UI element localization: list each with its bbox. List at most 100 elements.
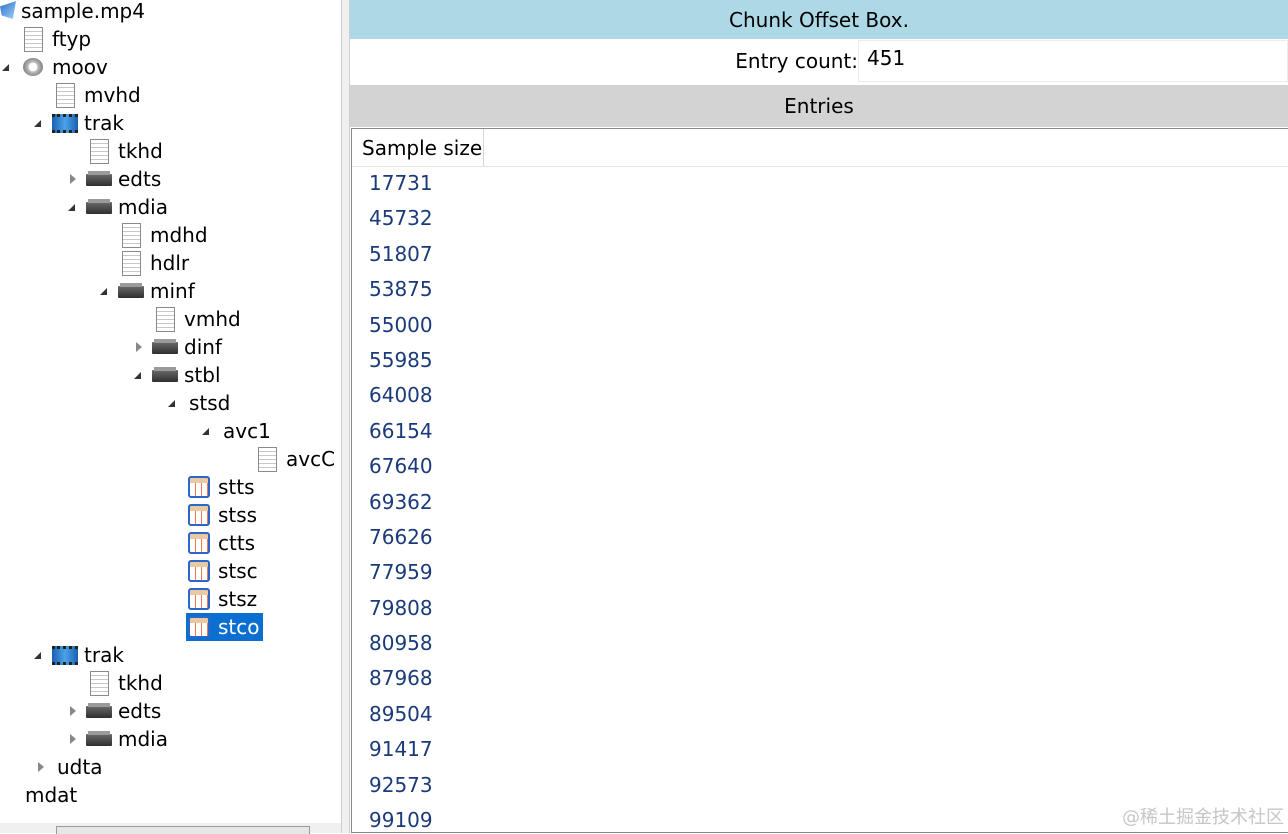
table-row[interactable]: 91417	[352, 732, 1288, 767]
table-row[interactable]: 79808	[352, 591, 1288, 626]
collapse-triangle-icon[interactable]	[64, 200, 78, 214]
tree-horizontal-scrollbar[interactable]	[0, 823, 341, 834]
tree-node-label: ftyp	[52, 27, 92, 51]
box-tree[interactable]: sample.mp4 ftyp moov mvhd trak tkhd edts mdia md…	[0, 0, 341, 833]
entry-count-label: Entry count:	[735, 49, 858, 73]
table-row[interactable]: 45732	[352, 201, 1288, 236]
file-icon	[118, 223, 144, 248]
tree-node-label: avc1	[223, 419, 271, 443]
tree-node-mdat[interactable]: mdat	[22, 781, 80, 809]
table-icon	[186, 559, 212, 583]
table-row[interactable]: 87968	[352, 661, 1288, 696]
tree-node-stsc[interactable]: stsc	[186, 557, 261, 585]
entry-count-row: Entry count: 451	[350, 40, 1288, 84]
table-row[interactable]: 55985	[352, 343, 1288, 378]
tree-node-stco[interactable]: stco	[186, 613, 263, 641]
tree-node-udta[interactable]: udta	[54, 753, 105, 781]
gear-icon	[20, 55, 46, 79]
folder-icon	[152, 363, 178, 387]
table-row[interactable]: 69362	[352, 485, 1288, 520]
watermark: @稀土掘金技术社区	[1122, 807, 1284, 828]
table-row[interactable]: 77959	[352, 555, 1288, 590]
tree-node-avcC[interactable]: avcC	[254, 445, 338, 473]
table-row[interactable]: 17731	[352, 166, 1288, 201]
expand-triangle-icon[interactable]	[66, 172, 80, 186]
tree-node-ftyp[interactable]: ftyp	[20, 25, 94, 53]
collapse-triangle-icon[interactable]	[30, 116, 44, 130]
splitter[interactable]	[341, 0, 350, 833]
table-row[interactable]: 92573	[352, 768, 1288, 803]
table-row[interactable]: 55000	[352, 308, 1288, 343]
tree-node-label: mdat	[25, 783, 78, 807]
expand-triangle-icon[interactable]	[66, 704, 80, 718]
collapse-triangle-icon[interactable]	[30, 648, 44, 662]
tree-node-label: trak	[84, 643, 124, 667]
folder-icon	[86, 167, 112, 191]
tree-node-dinf[interactable]: dinf	[152, 333, 225, 361]
tree-node-stsz[interactable]: stsz	[186, 585, 260, 613]
column-header-sample-size[interactable]: Sample size	[352, 129, 484, 166]
entry-count-field[interactable]: 451	[858, 40, 1288, 82]
tree-node-label: hdlr	[150, 251, 190, 275]
file-icon	[52, 83, 78, 108]
tree-node-label: dinf	[184, 335, 222, 359]
table-icon	[186, 531, 212, 555]
table-row[interactable]: 64008	[352, 378, 1288, 413]
tree-node-label: edts	[118, 167, 162, 191]
tree-node-stsd[interactable]: stsd	[186, 389, 233, 417]
tree-node-vmhd[interactable]: vmhd	[152, 305, 244, 333]
tree-node-label: mvhd	[84, 83, 141, 107]
table-row[interactable]: 76626	[352, 520, 1288, 555]
table-row[interactable]: 53875	[352, 272, 1288, 307]
tree-node-mvhd[interactable]: mvhd	[52, 81, 144, 109]
file-icon	[152, 307, 178, 332]
tree-node-stss[interactable]: stss	[186, 501, 260, 529]
tree-node-mdia[interactable]: mdia	[86, 193, 171, 221]
tree-node-label: mdia	[118, 195, 168, 219]
tree-node-mdhd[interactable]: mdhd	[118, 221, 211, 249]
collapse-triangle-icon[interactable]	[130, 368, 144, 382]
grid-rows: 17731 45732 51807 53875 55000 55985 64008 66154…	[352, 166, 1288, 832]
tree-node-minf[interactable]: minf	[118, 277, 198, 305]
tree-node-trak[interactable]: trak	[52, 641, 127, 669]
collapse-triangle-icon[interactable]	[198, 424, 212, 438]
tree-node-mdia[interactable]: mdia	[86, 725, 171, 753]
tree-node-trak[interactable]: trak	[52, 109, 127, 137]
table-row[interactable]: 66154	[352, 414, 1288, 449]
expand-triangle-icon[interactable]	[66, 732, 80, 746]
tree-node-edts[interactable]: edts	[86, 697, 164, 725]
tree-node-edts[interactable]: edts	[86, 165, 164, 193]
table-icon	[186, 615, 212, 639]
tree-node-sample.mp4[interactable]: sample.mp4	[0, 0, 148, 25]
tree-node-label: tkhd	[118, 671, 163, 695]
expand-triangle-icon[interactable]	[34, 760, 48, 774]
entries-header: Entries	[350, 85, 1288, 127]
tree-node-tkhd[interactable]: tkhd	[86, 137, 166, 165]
tree-node-stts[interactable]: stts	[186, 473, 258, 501]
file-icon	[86, 139, 112, 164]
folder-icon	[86, 195, 112, 219]
tree-node-ctts[interactable]: ctts	[186, 529, 258, 557]
folder-icon	[152, 335, 178, 359]
collapse-triangle-icon[interactable]	[96, 284, 110, 298]
collapse-triangle-icon[interactable]	[0, 60, 12, 74]
tree-node-stbl[interactable]: stbl	[152, 361, 224, 389]
tree-node-label: minf	[150, 279, 195, 303]
expand-triangle-icon[interactable]	[132, 340, 146, 354]
table-row[interactable]: 67640	[352, 449, 1288, 484]
tree-node-moov[interactable]: moov	[20, 53, 111, 81]
table-row[interactable]: 89504	[352, 697, 1288, 732]
table-icon	[186, 503, 212, 527]
box-detail-panel: Chunk Offset Box. Entry count: 451 Entri…	[350, 0, 1288, 833]
tree-node-hdlr[interactable]: hdlr	[118, 249, 192, 277]
tree-node-label: trak	[84, 111, 124, 135]
tree-node-avc1[interactable]: avc1	[220, 417, 274, 445]
entries-grid[interactable]: Sample size 17731 45732 51807 53875 55000 559…	[351, 128, 1288, 833]
table-row[interactable]: 51807	[352, 237, 1288, 272]
table-row[interactable]: 80958	[352, 626, 1288, 661]
collapse-triangle-icon[interactable]	[164, 396, 178, 410]
tree-node-label: mdia	[118, 727, 168, 751]
tree-node-label: tkhd	[118, 139, 163, 163]
tree-node-tkhd[interactable]: tkhd	[86, 669, 166, 697]
folder-icon	[86, 727, 112, 751]
